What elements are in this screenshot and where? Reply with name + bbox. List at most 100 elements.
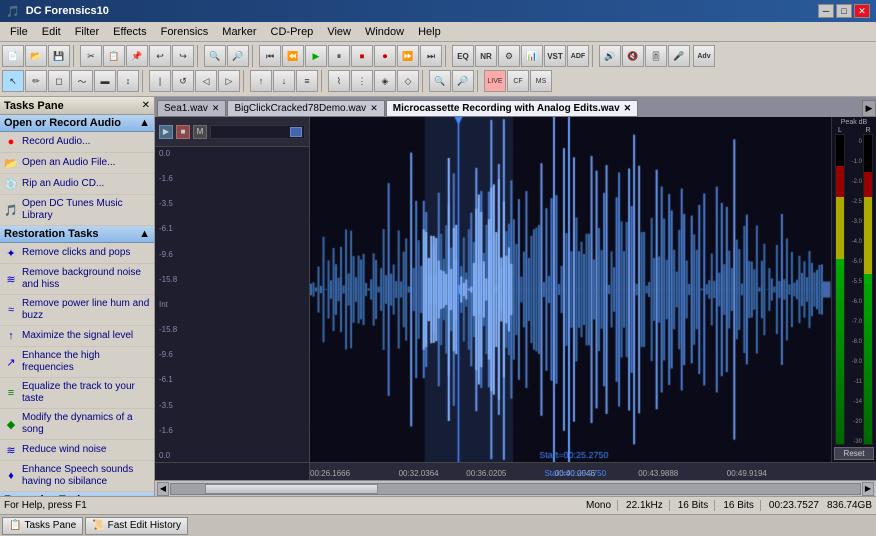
menu-item-view[interactable]: View <box>321 24 357 40</box>
band-btn[interactable]: ▬ <box>94 70 116 92</box>
draw-btn[interactable]: 〜 <box>71 70 93 92</box>
menu-item-help[interactable]: Help <box>412 24 447 40</box>
ms-btn[interactable]: MS <box>530 70 552 92</box>
section-collapse-icon3[interactable]: ▲ <box>139 494 150 496</box>
task-open-file[interactable]: 📂 Open an Audio File... <box>0 153 154 174</box>
marker-btn[interactable]: | <box>149 70 171 92</box>
spectrum-view-btn[interactable]: ⋮ <box>351 70 373 92</box>
maximize-button[interactable]: □ <box>836 4 852 18</box>
track-play-btn[interactable]: ▶ <box>159 125 173 139</box>
section-header-restoration[interactable]: Restoration Tasks ▲ <box>0 226 154 243</box>
new-btn[interactable]: 📄 <box>2 45 24 67</box>
pencil-btn[interactable]: ✏ <box>25 70 47 92</box>
task-enhance-high[interactable]: ↗ Enhance the high frequencies <box>0 347 154 378</box>
tab-close-icon[interactable]: ✕ <box>212 103 220 114</box>
h-scrollbar[interactable]: ◀ ▶ <box>155 480 876 496</box>
fade-in-btn[interactable]: ◁ <box>195 70 217 92</box>
scrollbar-thumb[interactable] <box>205 484 377 494</box>
nr-btn[interactable]: NR <box>475 45 497 67</box>
volume-btn[interactable]: 🔊 <box>599 45 621 67</box>
task-equalize[interactable]: ≡ Equalize the track to your taste <box>0 378 154 409</box>
task-speech[interactable]: ♦ Enhance Speech sounds having no sibila… <box>0 461 154 492</box>
task-open-library[interactable]: 🎵 Open DC Tunes Music Library <box>0 195 154 226</box>
menu-item-effects[interactable]: Effects <box>107 24 152 40</box>
stop-btn[interactable]: ⏹ <box>351 45 373 67</box>
tab-close-icon2[interactable]: ✕ <box>370 103 378 114</box>
tab-microcassette[interactable]: Microcassette Recording with Analog Edit… <box>386 100 638 117</box>
replace-btn[interactable]: 🔎 <box>452 70 474 92</box>
fade-out-btn[interactable]: ▷ <box>218 70 240 92</box>
pause-btn[interactable]: ⏸ <box>328 45 350 67</box>
mic-btn[interactable]: 🎤 <box>668 45 690 67</box>
cut-btn[interactable]: ✂ <box>80 45 102 67</box>
undo-btn[interactable]: ↩ <box>149 45 171 67</box>
task-record-audio[interactable]: ● Record Audio... <box>0 132 154 153</box>
fast-edit-history-btn[interactable]: 📜 Fast Edit History <box>85 517 188 535</box>
redo-btn[interactable]: ↪ <box>172 45 194 67</box>
skip-start-btn[interactable]: ⏮ <box>259 45 281 67</box>
fast-fwd-btn[interactable]: ⏩ <box>397 45 419 67</box>
3d-view-btn[interactable]: ◈ <box>374 70 396 92</box>
normalize-btn[interactable]: ≡ <box>296 70 318 92</box>
adv-btn[interactable]: Adv <box>693 45 715 67</box>
mute-btn[interactable]: 🔇 <box>622 45 644 67</box>
pitch-view-btn[interactable]: ◇ <box>397 70 419 92</box>
tab-scroll-right[interactable]: ▶ <box>862 100 876 117</box>
waveform-canvas-area[interactable]: Start=00:25.2750 <box>310 117 831 462</box>
paste-btn[interactable]: 📌 <box>126 45 148 67</box>
zoom-in-btn[interactable]: 🔍 <box>204 45 226 67</box>
level-up-btn[interactable]: ↑ <box>250 70 272 92</box>
tasks-pane-close-icon[interactable]: ✕ <box>142 100 150 111</box>
pitch-btn[interactable]: 🎚 <box>645 45 667 67</box>
menu-item-edit[interactable]: Edit <box>36 24 67 40</box>
section-header-forensics[interactable]: Forensics Tasks ▲ <box>0 492 154 496</box>
task-remove-clicks[interactable]: ✦ Remove clicks and pops <box>0 243 154 264</box>
loop-btn[interactable]: ↺ <box>172 70 194 92</box>
waveform-canvas-element[interactable] <box>310 117 831 462</box>
task-rip-cd[interactable]: 💿 Rip an Audio CD... <box>0 174 154 195</box>
skip-end-btn[interactable]: ⏭ <box>420 45 442 67</box>
erase-btn[interactable]: ◻ <box>48 70 70 92</box>
tasks-pane-taskbar-btn[interactable]: 📋 Tasks Pane <box>2 517 83 535</box>
task-wind[interactable]: ≋ Reduce wind noise <box>0 440 154 461</box>
task-remove-hum[interactable]: ≈ Remove power line hum and buzz <box>0 295 154 326</box>
waveform-view-btn[interactable]: ⌇ <box>328 70 350 92</box>
scroll-right-btn[interactable]: ▶ <box>862 482 874 496</box>
menu-item-filter[interactable]: Filter <box>69 24 105 40</box>
menu-item-forensics[interactable]: Forensics <box>155 24 215 40</box>
level-meter-reset-button[interactable]: Reset <box>834 447 874 460</box>
track-stop-btn[interactable]: ■ <box>176 125 190 139</box>
rewind-btn[interactable]: ⏪ <box>282 45 304 67</box>
menu-item-file[interactable]: File <box>4 24 34 40</box>
track-mute-btn[interactable]: M <box>193 125 207 139</box>
minimize-button[interactable]: ─ <box>818 4 834 18</box>
tab-sea1[interactable]: Sea1.wav ✕ <box>157 100 226 117</box>
level-down-btn[interactable]: ↓ <box>273 70 295 92</box>
copy-btn[interactable]: 📋 <box>103 45 125 67</box>
menu-item-window[interactable]: Window <box>359 24 410 40</box>
task-remove-noise[interactable]: ≋ Remove background noise and hiss <box>0 264 154 295</box>
scrollbar-track[interactable] <box>170 483 861 495</box>
eq-btn[interactable]: EQ <box>452 45 474 67</box>
track-scroll-btn[interactable] <box>210 125 305 139</box>
adf-btn[interactable]: ADF <box>567 45 589 67</box>
spectrum-btn[interactable]: 📊 <box>521 45 543 67</box>
find-btn[interactable]: 🔍 <box>429 70 451 92</box>
play-btn[interactable]: ▶ <box>305 45 327 67</box>
section-collapse-icon[interactable]: ▲ <box>139 117 150 129</box>
record-btn[interactable]: ⏺ <box>374 45 396 67</box>
tab-close-icon3[interactable]: ✕ <box>624 103 632 114</box>
section-collapse-icon2[interactable]: ▲ <box>139 228 150 240</box>
menu-item-marker[interactable]: Marker <box>216 24 262 40</box>
scrub-btn[interactable]: ↕ <box>117 70 139 92</box>
task-dynamics[interactable]: ◆ Modify the dynamics of a song <box>0 409 154 440</box>
save-btn[interactable]: 💾 <box>48 45 70 67</box>
cf-btn[interactable]: CF <box>507 70 529 92</box>
live-btn[interactable]: LIVE <box>484 70 506 92</box>
vst-btn[interactable]: VST <box>544 45 566 67</box>
zoom-out-btn[interactable]: 🔎 <box>227 45 249 67</box>
settings-btn[interactable]: ⚙ <box>498 45 520 67</box>
task-maximize-signal[interactable]: ↑ Maximize the signal level <box>0 326 154 347</box>
section-header-open-record[interactable]: Open or Record Audio ▲ <box>0 115 154 132</box>
menu-item-cd-prep[interactable]: CD-Prep <box>265 24 320 40</box>
